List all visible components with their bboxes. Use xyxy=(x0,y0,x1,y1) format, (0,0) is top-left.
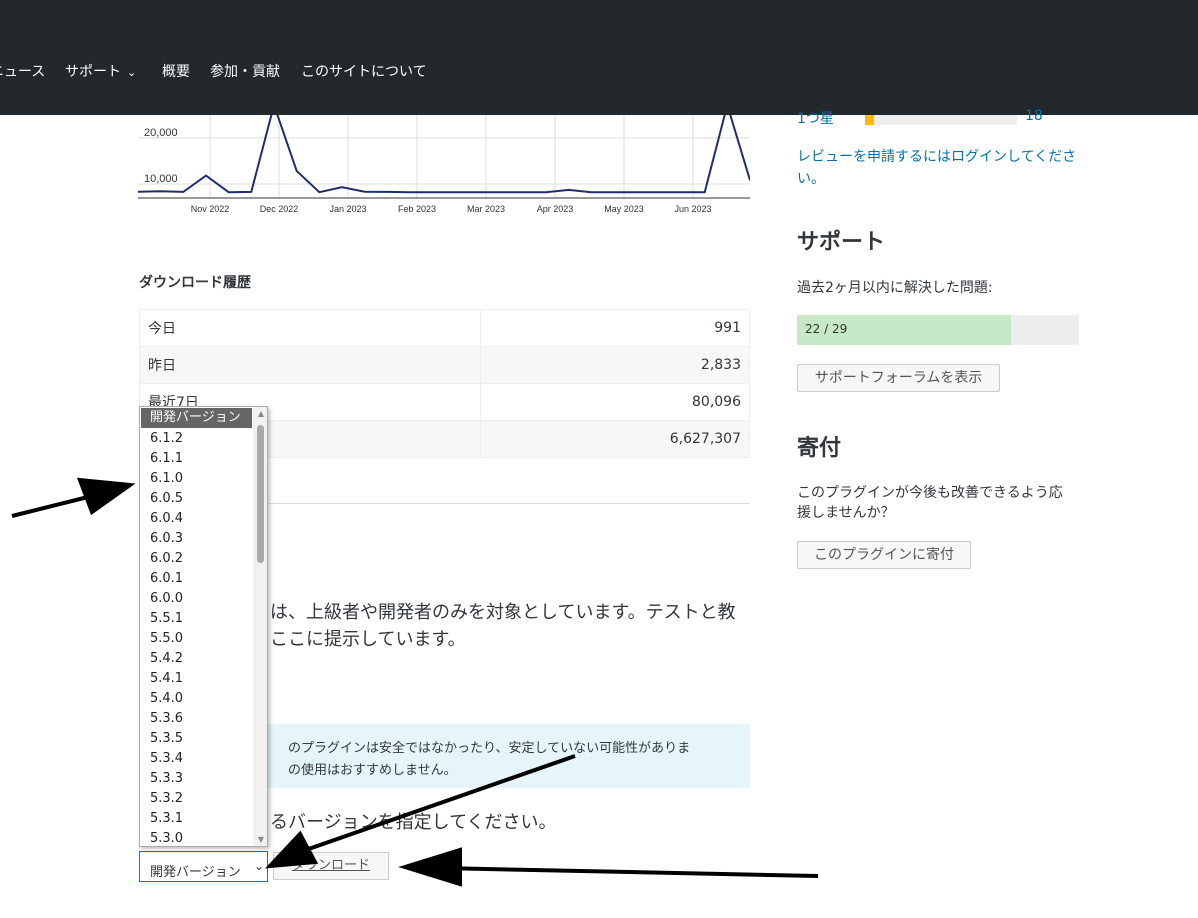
arrowhead-download xyxy=(398,847,462,887)
annotation-arrows xyxy=(11,477,819,887)
donate-text2: 援しませんか？ xyxy=(797,505,895,521)
support-heading: サポート xyxy=(797,230,886,255)
arrow-to-select xyxy=(299,754,576,854)
support-progress: 22 / 29 xyxy=(797,315,1079,345)
donate-text1: このプラグインが今後も改善できるよう応 xyxy=(797,485,1063,501)
support-forum-button[interactable]: サポートフォーラムを表示 xyxy=(797,364,1000,392)
donate-button[interactable]: このプラグインに寄付 xyxy=(797,541,971,569)
login-review-link[interactable]: レビューを申請するにはログインしてください。 xyxy=(797,146,1079,190)
rating-bar xyxy=(865,115,1017,125)
support-text: 過去2ヶ月以内に解決した問題: xyxy=(797,280,993,296)
arrowhead-select xyxy=(264,830,319,869)
rating-label[interactable]: 1つ星 xyxy=(797,108,834,128)
rating-count[interactable]: 18 xyxy=(1025,108,1043,124)
arrowhead-dropdown xyxy=(76,477,136,516)
support-progress-label: 22 / 29 xyxy=(805,322,848,336)
donate-heading: 寄付 xyxy=(797,436,842,461)
arrow-to-download xyxy=(439,866,819,878)
rating-fill xyxy=(865,115,875,125)
